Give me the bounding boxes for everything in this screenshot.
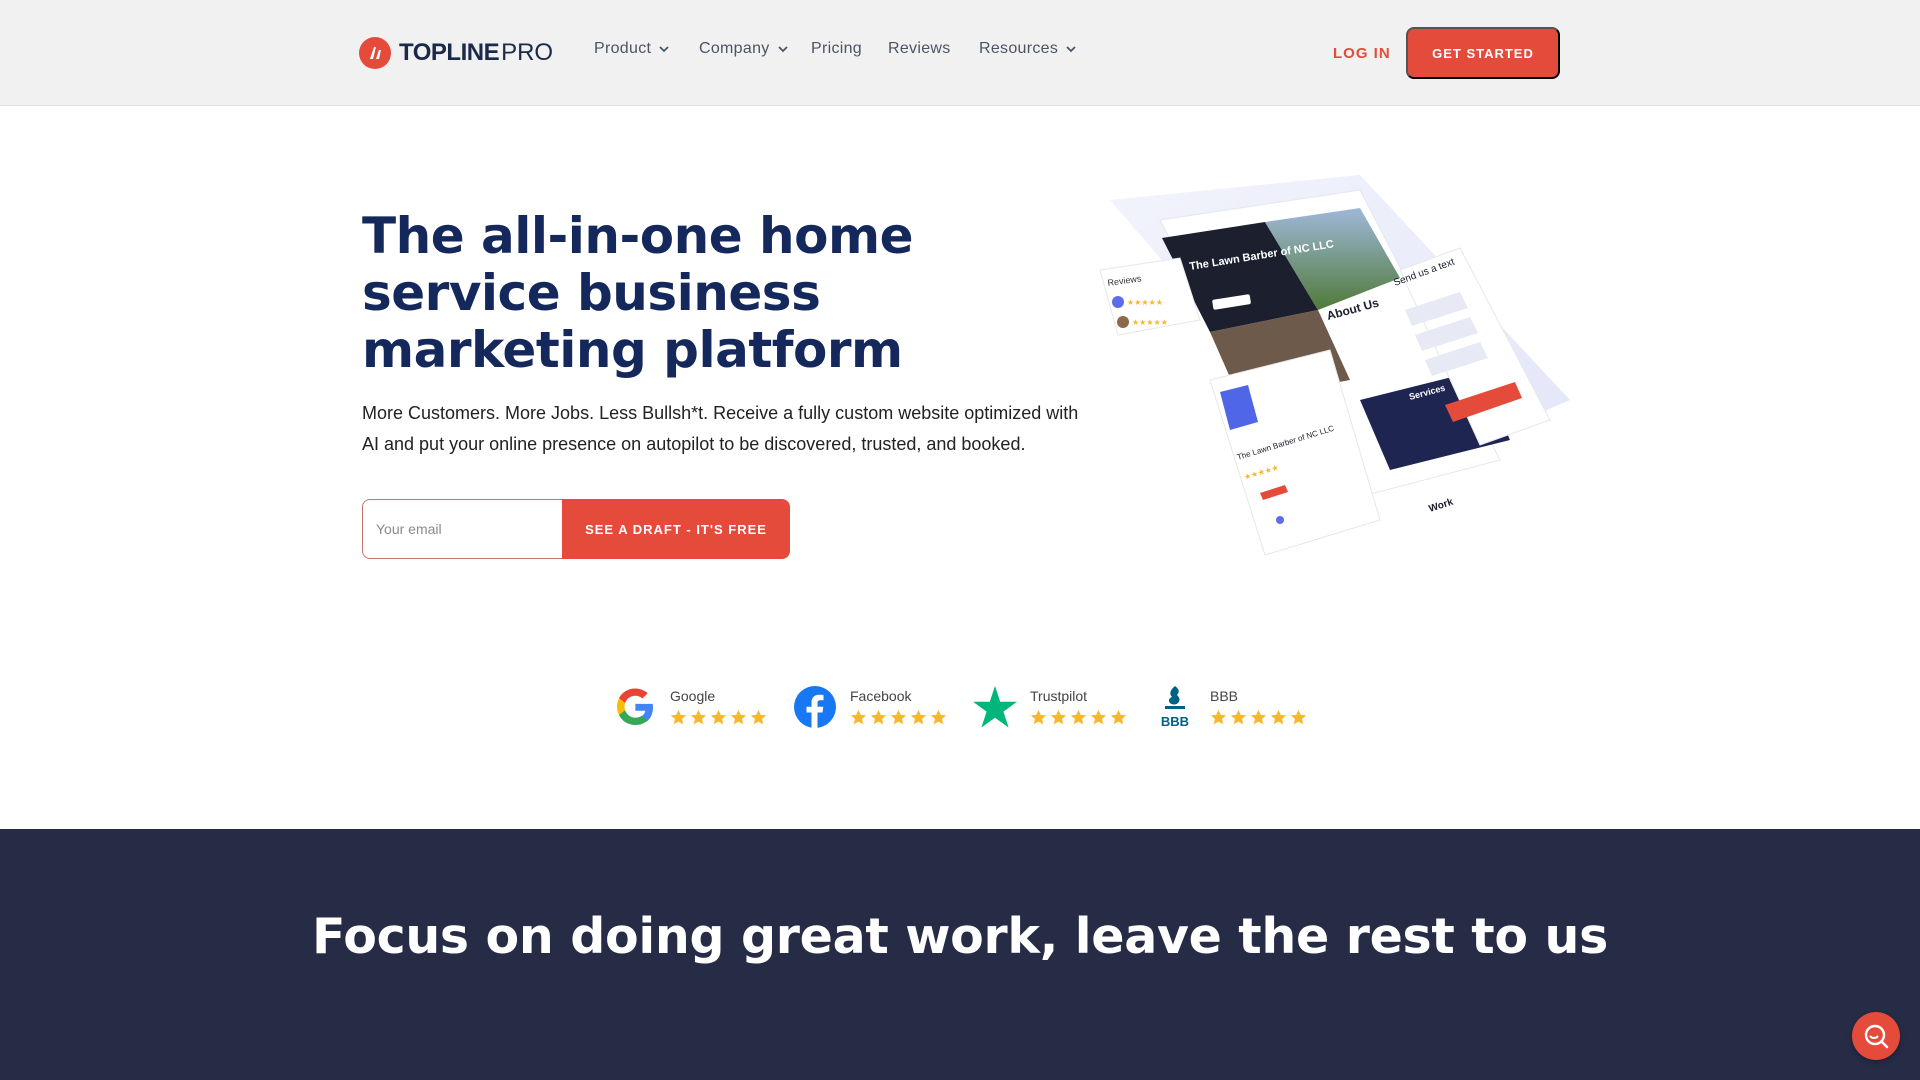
star-rating (1030, 709, 1127, 726)
help-search-button[interactable] (1852, 1012, 1900, 1060)
section-heading: Focus on doing great work, leave the res… (312, 908, 1608, 965)
logo-text-light: PRO (501, 39, 554, 66)
nav-item-label: Pricing (811, 40, 863, 57)
chevron-down-icon (1066, 46, 1076, 53)
get-started-button[interactable]: GET STARTED (1406, 27, 1560, 79)
chevron-down-icon (777, 46, 788, 53)
nav-item-label: Company (699, 40, 770, 57)
nav-item-reviews[interactable]: Reviews (888, 40, 951, 58)
rating-bbb: BBB BBB (1152, 684, 1307, 730)
rating-source-name: Facebook (850, 688, 912, 704)
search-icon (1864, 1024, 1889, 1049)
hero-subtitle: More Customers. More Jobs. Less Bullsh*t… (362, 403, 1079, 454)
svg-text:★★★★★: ★★★★★ (1132, 318, 1168, 327)
top-navigation: TOPLINE PRO Product Company Pricing Revi… (0, 0, 1920, 106)
nav-item-label: Resources (979, 40, 1059, 57)
nav-item-label: Product (594, 40, 652, 57)
star-icon (850, 709, 867, 725)
star-icon (1030, 709, 1047, 725)
star-icon (890, 709, 907, 725)
rating-trustpilot: Trustpilot (972, 684, 1127, 730)
star-icon (1090, 709, 1107, 725)
nav-item-label: Reviews (888, 40, 951, 57)
star-rating (1210, 709, 1307, 726)
nav-item-product[interactable]: Product (594, 40, 669, 58)
star-icon (730, 709, 747, 725)
rating-facebook: Facebook (792, 684, 947, 730)
star-icon (1210, 709, 1227, 725)
topline-logo-icon (359, 37, 391, 69)
star-icon (1290, 709, 1307, 725)
rating-source-name: BBB (1210, 688, 1239, 704)
see-draft-button[interactable]: SEE A DRAFT - IT'S FREE (562, 499, 790, 559)
star-icon (930, 709, 947, 725)
svg-text:★★★★★: ★★★★★ (1127, 298, 1163, 307)
website-mockup-graphic: The Lawn Barber of NC LLC About Us Servi… (1099, 175, 1570, 556)
nav-item-resources[interactable]: Resources (979, 40, 1076, 58)
star-icon (1270, 709, 1287, 725)
mockup-work-heading: Work (1428, 497, 1455, 515)
rating-source-name: Google (670, 688, 716, 704)
star-icon (1070, 709, 1087, 725)
star-icon (1250, 709, 1267, 725)
facebook-icon (792, 684, 838, 730)
star-icon (710, 709, 727, 725)
nav-item-company[interactable]: Company (699, 40, 788, 58)
star-icon (1230, 709, 1247, 725)
star-rating (850, 709, 947, 726)
chevron-down-icon (659, 46, 669, 53)
star-icon (750, 709, 767, 725)
logo-text-bold: TOPLINE (399, 39, 500, 66)
star-icon (1050, 709, 1067, 725)
star-icon (910, 709, 927, 725)
trustpilot-icon (972, 684, 1018, 730)
star-icon (690, 709, 707, 725)
star-icon (870, 709, 887, 725)
google-icon (612, 684, 658, 730)
email-signup-form: SEE A DRAFT - IT'S FREE (362, 499, 790, 559)
bbb-icon: BBB (1152, 684, 1198, 730)
hero-illustration: The Lawn Barber of NC LLC About Us Servi… (1060, 160, 1620, 660)
svg-text:BBB: BBB (1161, 714, 1189, 729)
email-input[interactable] (362, 499, 562, 559)
star-icon (670, 709, 687, 725)
star-rating (670, 709, 767, 726)
rating-google: Google (612, 684, 767, 730)
nav-item-pricing[interactable]: Pricing (811, 40, 862, 58)
hero-title: The all-in-one home service business mar… (362, 207, 914, 379)
star-icon (1110, 709, 1127, 725)
topline-pro-logo[interactable]: TOPLINE PRO (359, 37, 553, 69)
rating-source-name: Trustpilot (1030, 688, 1088, 704)
login-link[interactable]: LOG IN (1333, 45, 1391, 62)
